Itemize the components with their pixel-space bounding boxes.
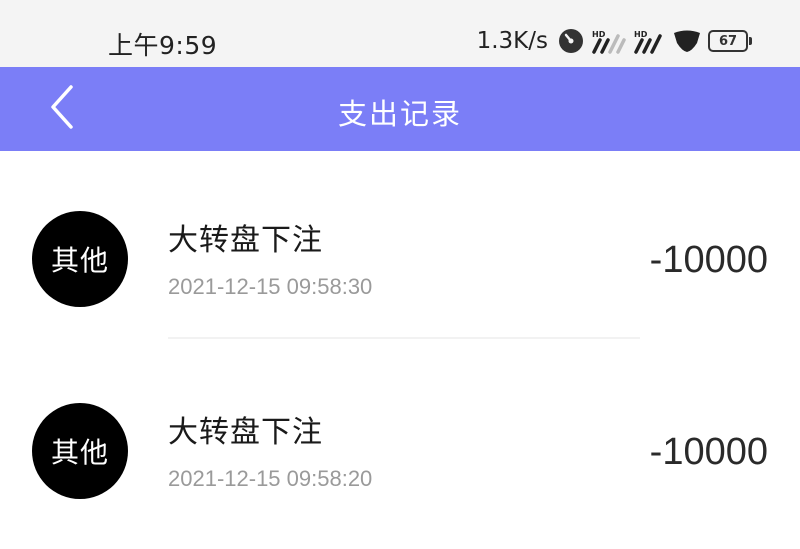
- net-speed: 1.3K/s: [476, 28, 548, 54]
- record-time: 2021-12-15 09:58:30: [168, 274, 373, 299]
- category-avatar: 其他: [32, 211, 128, 307]
- shield-icon: [672, 29, 702, 53]
- battery-tip: [749, 37, 752, 45]
- speed-dial-icon: [558, 28, 584, 54]
- page-title: 支出记录: [337, 97, 462, 131]
- battery-icon: 67: [708, 30, 752, 52]
- record-title: 大转盘下注: [168, 415, 323, 450]
- record-time: 2021-12-15 09:58:20: [168, 466, 373, 491]
- status-bar: 上午9:59 1.3K/s HD HD 67: [0, 0, 800, 67]
- list-item[interactable]: 其他 大转盘下注 2021-12-15 09:58:20 -10000: [0, 357, 800, 549]
- hd-signal-icon: HD: [632, 28, 666, 54]
- list-item[interactable]: 其他 大转盘下注 2021-12-15 09:58:30 -10000: [0, 165, 800, 357]
- divider: [168, 337, 640, 339]
- record-title: 大转盘下注: [168, 223, 323, 258]
- record-amount: -10000: [649, 431, 768, 473]
- record-amount: -10000: [649, 239, 768, 281]
- hd-signal-icon: HD: [590, 28, 626, 54]
- svg-text:HD: HD: [634, 30, 648, 39]
- status-time: 上午9:59: [108, 31, 218, 60]
- category-avatar: 其他: [32, 403, 128, 499]
- nav-bar: 支出记录: [0, 67, 800, 151]
- status-icons: 1.3K/s HD HD 67: [477, 28, 752, 54]
- svg-text:HD: HD: [592, 30, 606, 39]
- battery-level: 67: [708, 30, 748, 52]
